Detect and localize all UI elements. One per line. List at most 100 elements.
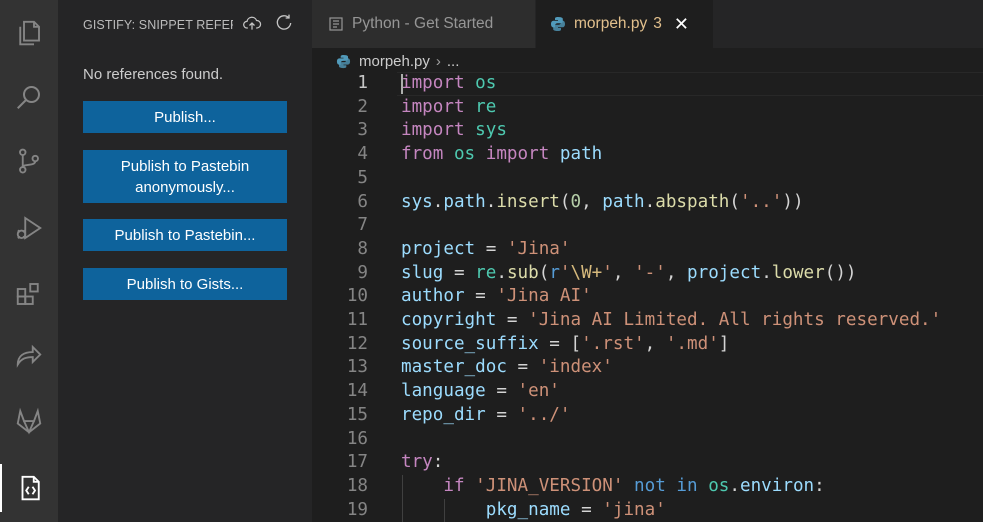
gitlab-button[interactable] [0, 397, 58, 445]
code-line[interactable]: 19 pkg_name = 'jina' [312, 499, 983, 522]
line-number: 19 [346, 499, 368, 520]
line-number: 16 [346, 428, 368, 449]
sidebar-actions [242, 13, 294, 37]
preview-icon [329, 17, 343, 31]
code-text: copyright = 'Jina AI Limited. All rights… [401, 310, 942, 330]
line-number: 17 [346, 452, 368, 473]
code-text: language = 'en' [401, 381, 560, 402]
close-icon[interactable]: ✕ [674, 14, 689, 35]
publish-gists-button[interactable]: Publish to Gists... [83, 268, 287, 300]
tab-label: morpeh.py [574, 15, 648, 32]
code-line[interactable]: 6 sys.path.insert(0, path.abspath('..')) [312, 191, 983, 215]
code-line[interactable]: 12 source_suffix = ['.rst', '.md'] [312, 333, 983, 357]
code-line[interactable]: 17 try: [312, 451, 983, 475]
no-references-message: No references found. [83, 66, 224, 83]
publish-button[interactable]: Publish... [83, 101, 287, 133]
extensions-button[interactable] [0, 270, 58, 318]
tab-python-get-started[interactable]: Python - Get Started [312, 0, 535, 48]
line-number: 14 [346, 381, 368, 402]
publish-action[interactable] [242, 13, 262, 37]
activity-bar [0, 0, 58, 522]
run-debug-icon [16, 216, 42, 240]
code-text: from os import path [401, 144, 603, 165]
code-line[interactable]: 9 slug = re.sub(r'\W+', '-', project.lowe… [312, 262, 983, 286]
line-number: 7 [357, 215, 368, 236]
gistify-icon [21, 475, 40, 501]
python-file-icon [551, 17, 565, 31]
publish-pastebin-anon-button[interactable]: Publish to Pastebin anonymously... [83, 150, 287, 203]
indent-guide [443, 498, 445, 522]
code-text: pkg_name = 'jina' [485, 499, 666, 520]
code-text: repo_dir = '../' [401, 404, 571, 425]
code-line[interactable]: 15 repo_dir = '../' [312, 404, 983, 428]
code-line[interactable]: 4 from os import path [312, 143, 983, 167]
refresh-icon [276, 14, 292, 30]
line-number: 5 [357, 167, 368, 188]
line-number: 9 [357, 262, 368, 283]
problems-badge: 3 [653, 15, 662, 32]
breadcrumb-more[interactable]: ... [447, 53, 460, 70]
code-line[interactable]: 3 import sys [312, 119, 983, 143]
gitlab-icon [16, 407, 42, 435]
line-number: 6 [357, 191, 368, 212]
code-text: import os [401, 73, 497, 93]
sidebar-title: GISTIFY: SNIPPET REFERENCES [83, 18, 233, 32]
code-text: if 'JINA_VERSION' not in os.environ: [443, 475, 825, 496]
line-number: 2 [357, 96, 368, 117]
code-line[interactable]: 7 [312, 214, 983, 238]
code-line[interactable]: 2 import re [312, 96, 983, 120]
live-share-icon [16, 344, 42, 368]
code-text: slug = re.sub(r'\W+', '-', project.lower… [401, 262, 857, 283]
line-number: 15 [346, 404, 368, 425]
code-text: author = 'Jina AI' [401, 286, 592, 307]
tab-morpeh-py[interactable]: morpeh.py 3 ✕ [536, 0, 713, 48]
code-line[interactable]: 10 author = 'Jina AI' [312, 285, 983, 309]
files-icon [19, 20, 40, 46]
code-text: master_doc = 'index' [401, 357, 613, 378]
code-line[interactable]: 1 import os [312, 72, 983, 96]
breadcrumb-file[interactable]: morpeh.py [359, 53, 430, 70]
tab-label: Python - Get Started [352, 15, 494, 32]
line-number: 8 [357, 238, 368, 259]
tab-bar: Python - Get Started morpeh.py 3 ✕ [312, 0, 983, 48]
gistify-button[interactable] [0, 464, 58, 512]
python-file-icon [336, 54, 351, 68]
code-text: source_suffix = ['.rst', '.md'] [401, 333, 730, 354]
line-number: 11 [346, 310, 368, 330]
line-number: 13 [346, 357, 368, 378]
extensions-icon [16, 283, 39, 305]
run-debug-button[interactable] [0, 204, 58, 252]
text-cursor [401, 74, 403, 94]
line-number: 1 [357, 73, 368, 93]
search-button[interactable] [0, 73, 58, 121]
cloud-upload-icon [243, 16, 262, 30]
code-line[interactable]: 8 project = 'Jina' [312, 238, 983, 262]
refresh-action[interactable] [274, 13, 294, 37]
line-number: 10 [346, 286, 368, 307]
source-control-button[interactable] [0, 137, 58, 185]
sidebar: GISTIFY: SNIPPET REFERENCES No reference… [58, 0, 312, 522]
code-text: try: [401, 452, 444, 473]
code-editor[interactable]: 1 import os 2 import re 3 import sys 4 from os … [312, 72, 983, 522]
line-number: 3 [357, 120, 368, 141]
line-number: 4 [357, 144, 368, 165]
line-number: 18 [346, 475, 368, 496]
code-line[interactable]: 16 [312, 428, 983, 452]
code-text: sys.path.insert(0, path.abspath('..')) [401, 191, 804, 212]
code-line[interactable]: 14 language = 'en' [312, 380, 983, 404]
breadcrumb: morpeh.py › ... [312, 48, 459, 74]
explorer-button[interactable] [0, 9, 58, 57]
code-line[interactable]: 11 copyright = 'Jina AI Limited. All righ… [312, 309, 983, 333]
code-text: project = 'Jina' [401, 238, 571, 259]
code-text: import sys [401, 120, 507, 141]
code-line[interactable]: 18 if 'JINA_VERSION' not in os.environ: [312, 475, 983, 499]
live-share-button[interactable] [0, 333, 58, 381]
line-number: 12 [346, 333, 368, 354]
code-line[interactable]: 13 master_doc = 'index' [312, 356, 983, 380]
chevron-right-icon: › [435, 52, 441, 70]
code-text: import re [401, 96, 497, 117]
publish-pastebin-button[interactable]: Publish to Pastebin... [83, 219, 287, 251]
indent-guide [401, 474, 403, 522]
code-line[interactable]: 5 [312, 167, 983, 191]
source-control-icon [19, 148, 39, 174]
